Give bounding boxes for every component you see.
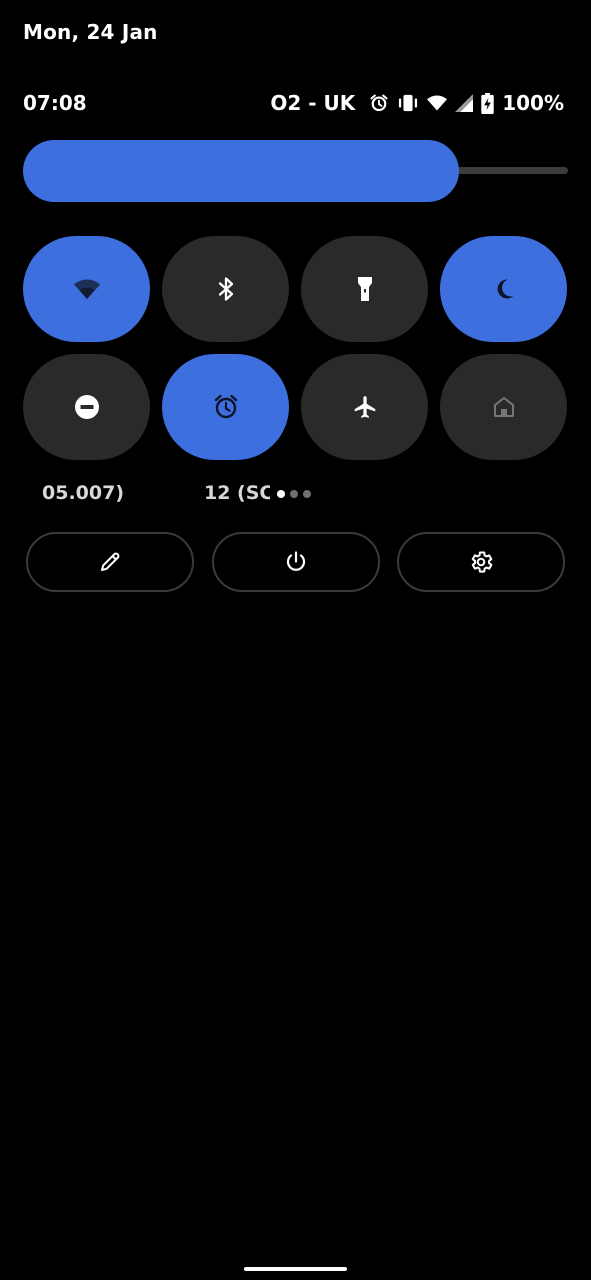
tile-label-1: 05.007) — [42, 482, 125, 504]
status-bar: 07:08 O2 - UK 100% — [23, 88, 564, 118]
clock-time: 07:08 — [23, 91, 87, 115]
brightness-fill[interactable] — [23, 140, 459, 202]
tile-bluetooth[interactable] — [162, 236, 289, 342]
power-button[interactable] — [211, 532, 380, 592]
gesture-home-bar[interactable] — [244, 1267, 347, 1271]
airplane-icon — [352, 394, 378, 420]
page-indicator — [277, 490, 311, 498]
tile-wifi[interactable] — [23, 236, 150, 342]
tile-label-2: 12 (SC — [204, 482, 270, 504]
tile-alarm[interactable] — [162, 354, 289, 460]
brightness-slider[interactable] — [23, 140, 568, 202]
tile-flashlight[interactable] — [301, 236, 428, 342]
flashlight-icon — [357, 276, 373, 302]
footer-actions — [26, 532, 565, 592]
alarm-icon — [212, 393, 240, 421]
tile-do-not-disturb[interactable] — [23, 354, 150, 460]
tile-airplane-mode[interactable] — [301, 354, 428, 460]
battery-percent: 100% — [502, 91, 564, 115]
bluetooth-icon — [217, 276, 235, 302]
wifi-icon — [427, 95, 448, 111]
vibrate-icon — [397, 93, 419, 113]
page-dot — [277, 490, 285, 498]
cell-signal-icon — [455, 94, 474, 112]
settings-button[interactable] — [397, 532, 565, 592]
edit-icon — [98, 550, 122, 574]
battery-charging-icon — [481, 92, 494, 114]
status-icons: O2 - UK 100% — [270, 91, 564, 115]
power-icon — [284, 550, 308, 574]
carrier-name: O2 - UK — [270, 91, 356, 115]
page-dot — [303, 490, 311, 498]
home-icon — [493, 396, 515, 418]
tile-home[interactable] — [440, 354, 567, 460]
tile-night-light[interactable] — [440, 236, 567, 342]
tile-labels-row: 05.007) 12 (SC — [0, 480, 591, 508]
alarm-icon — [369, 93, 389, 113]
quick-settings-tiles — [23, 236, 568, 460]
do-not-disturb-icon — [74, 394, 100, 420]
date-text: Mon, 24 Jan — [23, 20, 158, 44]
settings-icon — [468, 549, 494, 575]
night-light-icon — [492, 277, 516, 301]
wifi-icon — [73, 278, 101, 300]
edit-button[interactable] — [26, 532, 194, 592]
page-dot — [290, 490, 298, 498]
